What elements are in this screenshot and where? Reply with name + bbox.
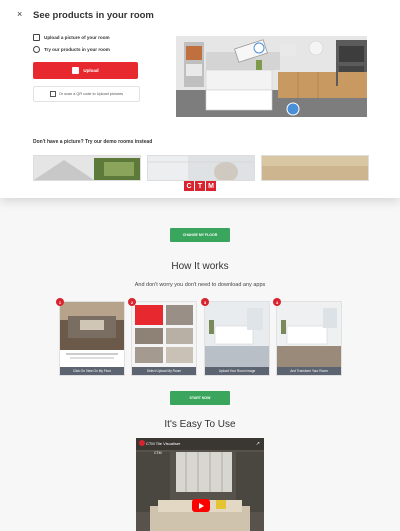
demo-room-3-image	[262, 156, 368, 180]
change-floor-button[interactable]: CHANGE MY FLOOR	[170, 228, 230, 242]
qr-code-icon	[49, 91, 56, 97]
modal-title: See products in your room	[33, 10, 154, 21]
demo-room-1-image	[34, 156, 140, 180]
how-it-works-title: How It works	[171, 261, 229, 272]
share-icon[interactable]: ↗	[256, 441, 260, 447]
step-2-image	[132, 302, 196, 367]
see-in-room-modal: × See products in your room Upload a pic…	[0, 0, 400, 198]
step-4-caption: And Transform Your Room	[277, 367, 341, 375]
step-card-3: 3 Upload Your Room Image	[201, 298, 270, 376]
cube-icon	[33, 46, 40, 53]
upload-button-label: Upload	[83, 68, 99, 73]
logo-letter-c: C	[184, 181, 194, 191]
demo-rooms-label: Don't have a picture? Try our demo rooms…	[33, 139, 153, 145]
step-4-image	[277, 302, 341, 367]
demo-room-2-image	[148, 156, 254, 180]
ctm-logo: C T M	[184, 181, 216, 191]
video-title: CTM Tile Visualiser	[146, 441, 181, 446]
logo-letter-t: T	[195, 181, 205, 191]
easy-to-use-title: It's Easy To Use	[164, 419, 236, 430]
step-3-image	[205, 302, 269, 367]
option-try-products-label: Try our products in your room	[44, 47, 110, 52]
qr-code-option[interactable]: Or scan a QR code to Upload pictures	[33, 86, 140, 102]
camera-icon	[33, 34, 40, 41]
step-card-1: 1 Click On View On My Floor	[56, 298, 125, 376]
start-now-button[interactable]: START NOW	[170, 391, 230, 405]
how-it-works-subtitle: And don't worry you don't need to downlo…	[134, 282, 266, 288]
logo-letter-m: M	[206, 181, 216, 191]
step-1-number: 1	[56, 298, 64, 306]
upload-icon	[72, 67, 80, 74]
qr-code-text: Or scan a QR code to Upload pictures	[58, 92, 124, 96]
room-illustration	[176, 36, 367, 117]
option-upload-picture-label: Upload a picture of your room	[44, 35, 110, 40]
step-2-caption: Select Upload My Room	[132, 367, 196, 375]
step-1-caption: Click On View On My Floor	[60, 367, 124, 375]
close-icon[interactable]: ×	[17, 9, 22, 19]
demo-room-thumb-1[interactable]	[33, 155, 141, 181]
option-upload-picture: Upload a picture of your room	[33, 34, 110, 41]
step-2-number: 2	[128, 298, 136, 306]
step-1-image	[60, 302, 124, 367]
upload-button[interactable]: Upload	[33, 62, 138, 79]
demo-room-thumb-2[interactable]	[147, 155, 255, 181]
step-card-2: 2 Select Upload My Room	[128, 298, 197, 376]
video-player[interactable]: CTM Tile Visualiser CTM ↗	[136, 438, 264, 531]
channel-avatar	[139, 440, 145, 446]
step-card-4: 4 And Transform Your Room	[273, 298, 342, 376]
play-icon[interactable]	[192, 499, 210, 512]
video-channel: CTM	[154, 451, 162, 455]
step-3-number: 3	[201, 298, 209, 306]
step-3-caption: Upload Your Room Image	[205, 367, 269, 375]
step-4-number: 4	[273, 298, 281, 306]
demo-room-thumb-3[interactable]	[261, 155, 369, 181]
option-try-products: Try our products in your room	[33, 46, 110, 53]
